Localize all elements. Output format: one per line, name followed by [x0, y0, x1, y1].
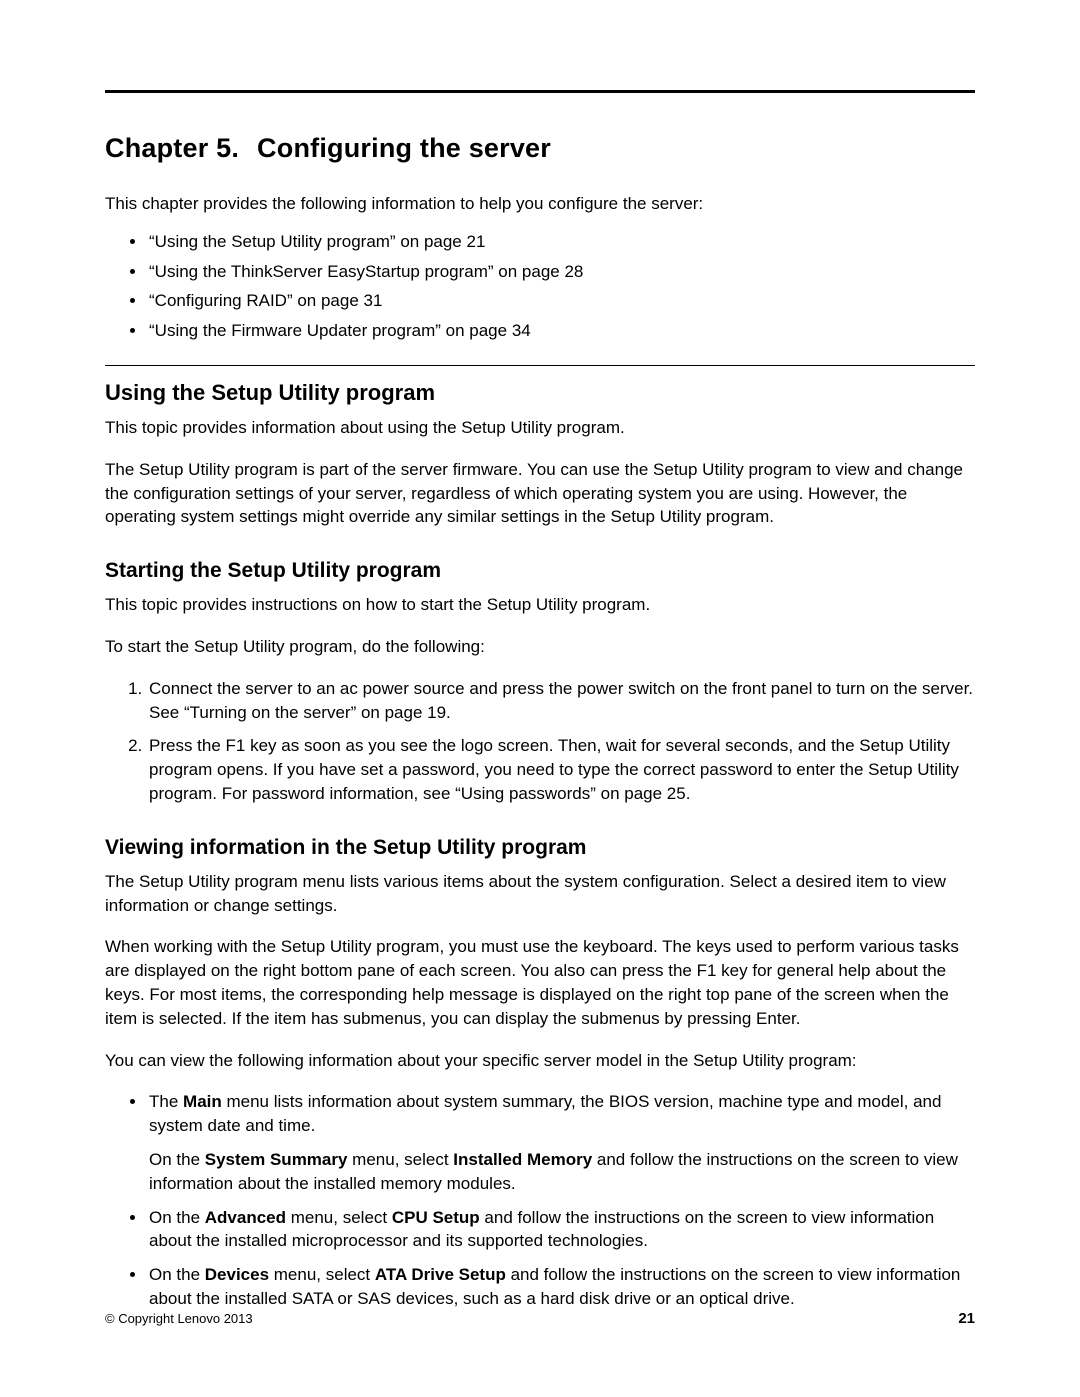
body-paragraph: When working with the Setup Utility prog…	[105, 935, 975, 1030]
bold-text: CPU Setup	[392, 1208, 480, 1227]
steps-list: Connect the server to an ac power source…	[105, 677, 975, 806]
subsection-heading-starting: Starting the Setup Utility program	[105, 559, 975, 583]
body-paragraph: This topic provides instructions on how …	[105, 593, 975, 617]
page-number: 21	[958, 1310, 975, 1327]
page-footer: © Copyright Lenovo 2013 21	[105, 1310, 975, 1327]
reference-item: “Using the Setup Utility program” on pag…	[147, 230, 975, 254]
body-paragraph: The Setup Utility program is part of the…	[105, 458, 975, 529]
text: On the	[149, 1208, 205, 1227]
text: menu lists information about system summ…	[149, 1092, 941, 1135]
top-rule	[105, 90, 975, 93]
body-paragraph: The Setup Utility program menu lists var…	[105, 870, 975, 918]
info-item: On the Advanced menu, select CPU Setup a…	[147, 1206, 975, 1254]
body-paragraph: This topic provides information about us…	[105, 416, 975, 440]
section-heading-using-setup: Using the Setup Utility program	[105, 380, 975, 406]
chapter-heading: Chapter 5. Configuring the server	[105, 133, 975, 164]
bold-text: Installed Memory	[453, 1150, 592, 1169]
chapter-title: Configuring the server	[257, 133, 551, 163]
info-subtext: On the System Summary menu, select Insta…	[149, 1148, 975, 1196]
info-item: On the Devices menu, select ATA Drive Se…	[147, 1263, 975, 1311]
info-list: The Main menu lists information about sy…	[105, 1090, 975, 1310]
step-item: Connect the server to an ac power source…	[147, 677, 975, 725]
info-item: The Main menu lists information about sy…	[147, 1090, 975, 1195]
reference-list: “Using the Setup Utility program” on pag…	[105, 230, 975, 343]
bold-text: Advanced	[205, 1208, 286, 1227]
bold-text: System Summary	[205, 1150, 348, 1169]
reference-item: “Using the Firmware Updater program” on …	[147, 319, 975, 343]
text: menu, select	[347, 1150, 453, 1169]
body-paragraph: You can view the following information a…	[105, 1049, 975, 1073]
reference-item: “Configuring RAID” on page 31	[147, 289, 975, 313]
text: The	[149, 1092, 183, 1111]
section-rule	[105, 365, 975, 366]
body-paragraph: To start the Setup Utility program, do t…	[105, 635, 975, 659]
reference-item: “Using the ThinkServer EasyStartup progr…	[147, 260, 975, 284]
text: menu, select	[269, 1265, 375, 1284]
bold-text: ATA Drive Setup	[375, 1265, 506, 1284]
text: On the	[149, 1265, 205, 1284]
bold-text: Main	[183, 1092, 222, 1111]
text: On the	[149, 1150, 205, 1169]
text: menu, select	[286, 1208, 392, 1227]
intro-paragraph: This chapter provides the following info…	[105, 192, 975, 216]
chapter-label: Chapter 5.	[105, 133, 239, 163]
bold-text: Devices	[205, 1265, 269, 1284]
subsection-heading-viewing: Viewing information in the Setup Utility…	[105, 836, 975, 860]
step-item: Press the F1 key as soon as you see the …	[147, 734, 975, 805]
copyright-text: © Copyright Lenovo 2013	[105, 1311, 253, 1326]
